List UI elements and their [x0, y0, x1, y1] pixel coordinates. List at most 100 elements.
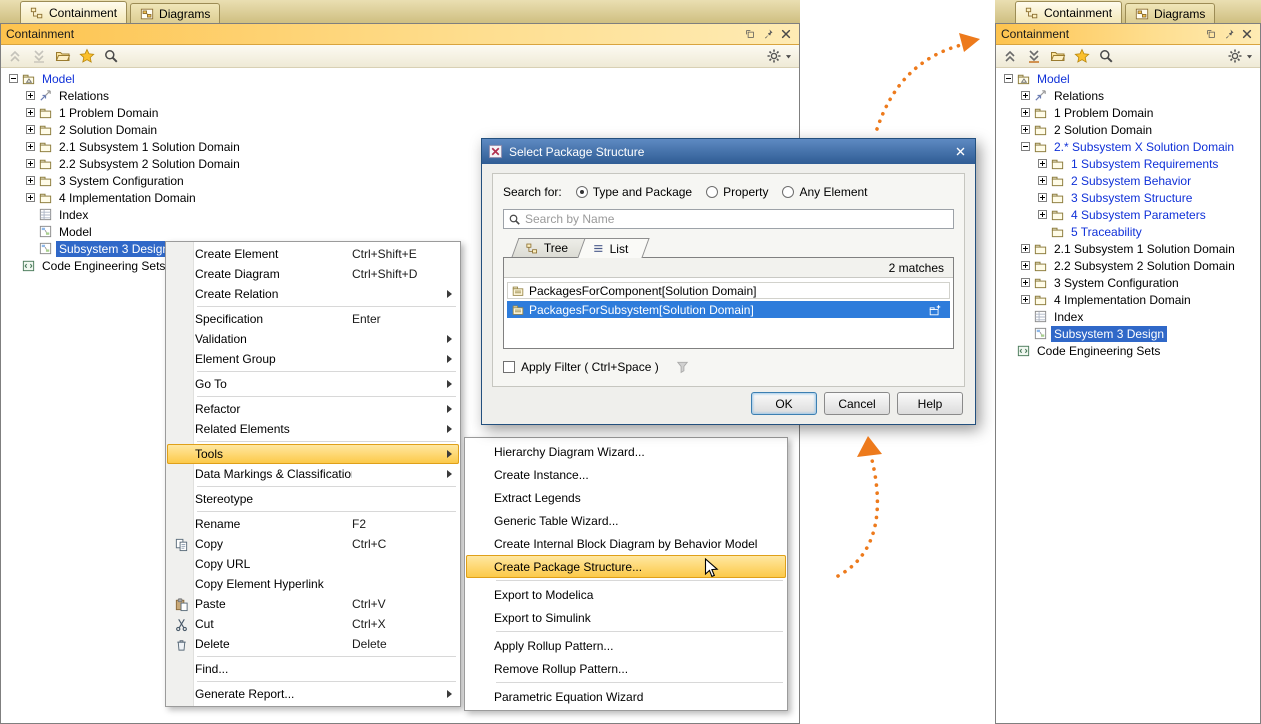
tree-item-4-subsystem-parameters[interactable]: 4 Subsystem Parameters	[996, 206, 1260, 223]
pin-button[interactable]	[1221, 26, 1237, 42]
tab-list[interactable]: List	[578, 238, 650, 258]
collapse-selected-button[interactable]	[1002, 48, 1018, 64]
help-button[interactable]: Help	[897, 392, 963, 415]
menu-item-create-diagram[interactable]: Create DiagramCtrl+Shift+D	[167, 264, 459, 284]
expand-toggle[interactable]	[1021, 295, 1030, 304]
expand-toggle[interactable]	[1038, 159, 1047, 168]
expand-toggle[interactable]	[1021, 91, 1030, 100]
expand-toggle[interactable]	[26, 91, 35, 100]
tree-item-2-1-subsystem-1-solution-domain[interactable]: 2.1 Subsystem 1 Solution Domain	[996, 240, 1260, 257]
tree-item-5-traceability[interactable]: 5 Traceability	[996, 223, 1260, 240]
menu-item-find[interactable]: Find...	[167, 659, 459, 679]
close-button[interactable]	[1239, 26, 1255, 42]
menu-item-generate-report[interactable]: Generate Report...	[167, 684, 459, 704]
expand-toggle[interactable]	[26, 125, 35, 134]
tree-item-1-subsystem-requirements[interactable]: 1 Subsystem Requirements	[996, 155, 1260, 172]
tree-item-relations[interactable]: Relations	[996, 87, 1260, 104]
menu-item-tools[interactable]: Tools	[167, 444, 459, 464]
menu-item-extract-legends[interactable]: Extract Legends	[466, 486, 786, 509]
apply-filter-checkbox[interactable]	[503, 361, 515, 373]
tree-item-3-system-configuration[interactable]: 3 System Configuration	[996, 274, 1260, 291]
menu-item-parametric-equation-wizard[interactable]: Parametric Equation Wizard	[466, 685, 786, 708]
tree-item-index[interactable]: Index	[996, 308, 1260, 325]
expand-toggle[interactable]	[9, 74, 18, 83]
menu-item-element-group[interactable]: Element Group	[167, 349, 459, 369]
float-button[interactable]	[742, 26, 758, 42]
tab-diagrams[interactable]: Diagrams	[130, 3, 220, 23]
menu-item-hierarchy-diagram-wizard[interactable]: Hierarchy Diagram Wizard...	[466, 440, 786, 463]
menu-item-copy-url[interactable]: Copy URL	[167, 554, 459, 574]
menu-item-related-elements[interactable]: Related Elements	[167, 419, 459, 439]
tree-item-relations[interactable]: Relations	[1, 87, 799, 104]
panel-options-button[interactable]	[766, 48, 793, 64]
expand-toggle[interactable]	[1038, 210, 1047, 219]
tree-item-model[interactable]: Model	[1, 70, 799, 87]
panel-options-button[interactable]	[1227, 48, 1254, 64]
tab-diagrams[interactable]: Diagrams	[1125, 3, 1215, 23]
menu-item-remove-rollup-pattern[interactable]: Remove Rollup Pattern...	[466, 657, 786, 680]
menu-item-specification[interactable]: SpecificationEnter	[167, 309, 459, 329]
tree-item-code-engineering-sets[interactable]: Code Engineering Sets	[996, 342, 1260, 359]
open-diagram-button[interactable]	[55, 48, 71, 64]
expand-toggle[interactable]	[1004, 74, 1013, 83]
menu-item-refactor[interactable]: Refactor	[167, 399, 459, 419]
dialog-close-button[interactable]	[951, 143, 969, 161]
close-button[interactable]	[778, 26, 794, 42]
tab-containment[interactable]: Containment	[20, 1, 127, 23]
tree-item-2-2-subsystem-2-solution-domain[interactable]: 2.2 Subsystem 2 Solution Domain	[996, 257, 1260, 274]
menu-item-export-to-simulink[interactable]: Export to Simulink	[466, 606, 786, 629]
menu-item-rename[interactable]: RenameF2	[167, 514, 459, 534]
menu-item-cut[interactable]: CutCtrl+X	[167, 614, 459, 634]
expand-toggle[interactable]	[1038, 176, 1047, 185]
ok-button[interactable]: OK	[751, 392, 817, 415]
tree-item-1-problem-domain[interactable]: 1 Problem Domain	[1, 104, 799, 121]
expand-toggle[interactable]	[26, 108, 35, 117]
search-input[interactable]	[525, 212, 949, 226]
tree-item-2-subsystem-x-solution-domain[interactable]: 2.* Subsystem X Solution Domain	[996, 138, 1260, 155]
open-diagram-button[interactable]	[1050, 48, 1066, 64]
tree-item-2-solution-domain[interactable]: 2 Solution Domain	[1, 121, 799, 138]
radio-type-and-package[interactable]: Type and Package	[576, 185, 692, 199]
menu-item-go-to[interactable]: Go To	[167, 374, 459, 394]
result-row-packagesforcomponent[interactable]: PackagesForComponent[Solution Domain]	[507, 282, 950, 299]
search-button[interactable]	[1098, 48, 1114, 64]
menu-item-copy-element-hyperlink[interactable]: Copy Element Hyperlink	[167, 574, 459, 594]
menu-item-apply-rollup-pattern[interactable]: Apply Rollup Pattern...	[466, 634, 786, 657]
tree-item-2-subsystem-behavior[interactable]: 2 Subsystem Behavior	[996, 172, 1260, 189]
collapse-all-button[interactable]	[31, 48, 47, 64]
expand-toggle[interactable]	[1021, 108, 1030, 117]
menu-item-create-package-structure[interactable]: Create Package Structure...	[466, 555, 786, 578]
search-button[interactable]	[103, 48, 119, 64]
radio-property[interactable]: Property	[706, 185, 768, 199]
menu-item-data-markings-classification[interactable]: Data Markings & Classification	[167, 464, 459, 484]
expand-toggle[interactable]	[26, 159, 35, 168]
tree-item-1-problem-domain[interactable]: 1 Problem Domain	[996, 104, 1260, 121]
expand-toggle[interactable]	[1021, 142, 1030, 151]
menu-item-export-to-modelica[interactable]: Export to Modelica	[466, 583, 786, 606]
collapse-selected-button[interactable]	[7, 48, 23, 64]
favorites-button[interactable]	[1074, 48, 1090, 64]
tab-containment[interactable]: Containment	[1015, 1, 1122, 23]
tab-tree[interactable]: Tree	[512, 238, 589, 257]
float-button[interactable]	[1203, 26, 1219, 42]
menu-item-copy[interactable]: CopyCtrl+C	[167, 534, 459, 554]
tree-item-3-subsystem-structure[interactable]: 3 Subsystem Structure	[996, 189, 1260, 206]
expand-toggle[interactable]	[1021, 244, 1030, 253]
pin-button[interactable]	[760, 26, 776, 42]
menu-item-create-relation[interactable]: Create Relation	[167, 284, 459, 304]
tree-item-4-implementation-domain[interactable]: 4 Implementation Domain	[996, 291, 1260, 308]
tree-item-model[interactable]: Model	[996, 70, 1260, 87]
menu-item-delete[interactable]: DeleteDelete	[167, 634, 459, 654]
collapse-all-button[interactable]	[1026, 48, 1042, 64]
menu-item-create-instance[interactable]: Create Instance...	[466, 463, 786, 486]
menu-item-paste[interactable]: PasteCtrl+V	[167, 594, 459, 614]
result-row-packagesforsubsystem[interactable]: PackagesForSubsystem[Solution Domain]	[507, 301, 950, 318]
expand-toggle[interactable]	[26, 142, 35, 151]
radio-any-element[interactable]: Any Element	[782, 185, 867, 199]
cancel-button[interactable]: Cancel	[824, 392, 890, 415]
expand-toggle[interactable]	[26, 176, 35, 185]
expand-toggle[interactable]	[1021, 278, 1030, 287]
menu-item-create-internal-block-diagram-by-behavior-model[interactable]: Create Internal Block Diagram by Behavio…	[466, 532, 786, 555]
menu-item-stereotype[interactable]: Stereotype	[167, 489, 459, 509]
favorites-button[interactable]	[79, 48, 95, 64]
